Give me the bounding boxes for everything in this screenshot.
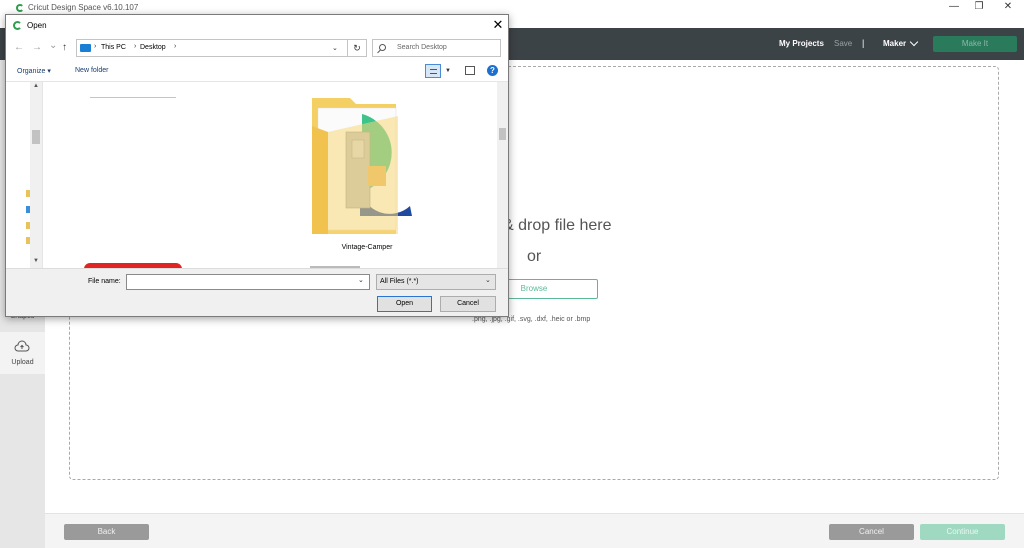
organize-menu[interactable]: Organize ▾	[17, 67, 51, 75]
breadcrumb-this-pc[interactable]: This PC	[101, 44, 126, 51]
scrollbar-thumb[interactable]	[499, 128, 506, 140]
drop-file-text: & drop file here	[503, 217, 612, 234]
file-type-select[interactable]: All Files (*.*)	[376, 274, 496, 290]
view-dropdown-icon[interactable]: ▼	[443, 64, 453, 78]
make-it-button[interactable]: Make It	[933, 36, 1017, 52]
app-title-text: Cricut Design Space v6.10.107	[28, 3, 139, 12]
file-list-scrollbar[interactable]	[497, 82, 508, 268]
breadcrumb-desktop[interactable]: Desktop	[140, 44, 166, 51]
scroll-down-icon[interactable]: ▼	[33, 258, 39, 264]
dialog-bottom-pane: File name: ⌄ All Files (*.*) ⌄ Open Canc…	[6, 268, 508, 316]
breadcrumb-separator: ›	[174, 43, 177, 50]
upload-rail-button[interactable]: Upload	[0, 332, 45, 374]
file-name-label: File name:	[88, 278, 121, 285]
breadcrumb-separator: ›	[134, 43, 137, 50]
dialog-close-button[interactable]: ✕	[490, 17, 506, 33]
file-name-input[interactable]	[126, 274, 370, 290]
cancel-button[interactable]: Cancel	[829, 524, 914, 540]
supported-formats: .png, .jpg, .gif, .svg, .dxf, .heic or .…	[472, 316, 591, 323]
up-arrow-icon[interactable]: ↑	[62, 42, 67, 53]
this-pc-icon	[80, 44, 91, 52]
minimize-button[interactable]: —	[940, 0, 968, 16]
file-list[interactable]: Vintage-Camper	[44, 82, 497, 268]
scroll-up-icon[interactable]: ▲	[33, 83, 39, 89]
address-dropdown-icon[interactable]: ⌄	[332, 44, 338, 52]
dialog-title: Open	[27, 21, 47, 30]
navigation-scrollbar[interactable]: ▲ ▼	[30, 82, 42, 268]
close-window-button[interactable]: ✕	[994, 0, 1022, 16]
address-bar[interactable]: › This PC › Desktop › ⌄	[76, 39, 348, 57]
cloud-upload-icon	[14, 340, 30, 352]
preview-pane-icon[interactable]	[465, 66, 475, 75]
dialog-titlebar[interactable]: Open ✕	[6, 15, 508, 37]
open-button[interactable]: Open	[377, 296, 432, 312]
search-icon	[379, 44, 386, 51]
header-separator: |	[862, 38, 865, 48]
upload-label: Upload	[11, 359, 34, 366]
my-projects-link[interactable]: My Projects	[779, 39, 824, 48]
cricut-logo-icon	[16, 3, 24, 12]
chevron-down-icon[interactable]: ⌄	[485, 276, 491, 284]
back-arrow-icon[interactable]: ←	[14, 42, 24, 53]
cricut-logo-icon	[13, 21, 22, 30]
folder-item[interactable]: Vintage-Camper	[312, 96, 436, 256]
navigation-pane[interactable]: ▲ ▼	[6, 82, 43, 268]
dialog-command-bar: Organize ▾ New folder ▼ ?	[6, 62, 508, 82]
dialog-nav-row: ← → ⌄ ↑ › This PC › Desktop › ⌄ ↻ Search…	[6, 37, 508, 59]
maximize-button[interactable]: ❐	[965, 0, 993, 16]
breadcrumb-separator: ›	[94, 43, 97, 50]
new-folder-button[interactable]: New folder	[75, 67, 108, 74]
machine-label: Maker	[883, 39, 907, 48]
recent-locations-icon[interactable]: ⌄	[49, 40, 57, 51]
search-placeholder: Search Desktop	[397, 44, 447, 51]
chevron-down-icon	[909, 37, 919, 47]
file-name-dropdown-icon[interactable]: ⌄	[358, 276, 364, 284]
scrollbar-thumb[interactable]	[32, 130, 40, 144]
folder-thumbnail-icon	[312, 98, 412, 234]
forward-arrow-icon[interactable]: →	[32, 42, 42, 53]
details-view-icon	[430, 69, 437, 74]
open-file-dialog: Open ✕ ← → ⌄ ↑ › This PC › Desktop › ⌄ ↻…	[5, 14, 509, 317]
app-title: Cricut Design Space v6.10.107	[16, 3, 138, 12]
machine-selector[interactable]: Maker	[883, 37, 919, 48]
folder-name: Vintage-Camper	[341, 244, 393, 251]
help-icon[interactable]: ?	[487, 65, 498, 76]
save-link[interactable]: Save	[834, 39, 852, 48]
dialog-cancel-button[interactable]: Cancel	[440, 296, 496, 312]
back-button[interactable]: Back	[64, 524, 149, 540]
or-text: or	[527, 248, 542, 265]
refresh-button[interactable]: ↻	[347, 39, 367, 57]
continue-button[interactable]: Continue	[920, 524, 1005, 540]
search-desktop-input[interactable]: Search Desktop	[372, 39, 501, 57]
file-thumbnail[interactable]	[90, 97, 176, 98]
view-mode-button[interactable]	[425, 64, 441, 78]
